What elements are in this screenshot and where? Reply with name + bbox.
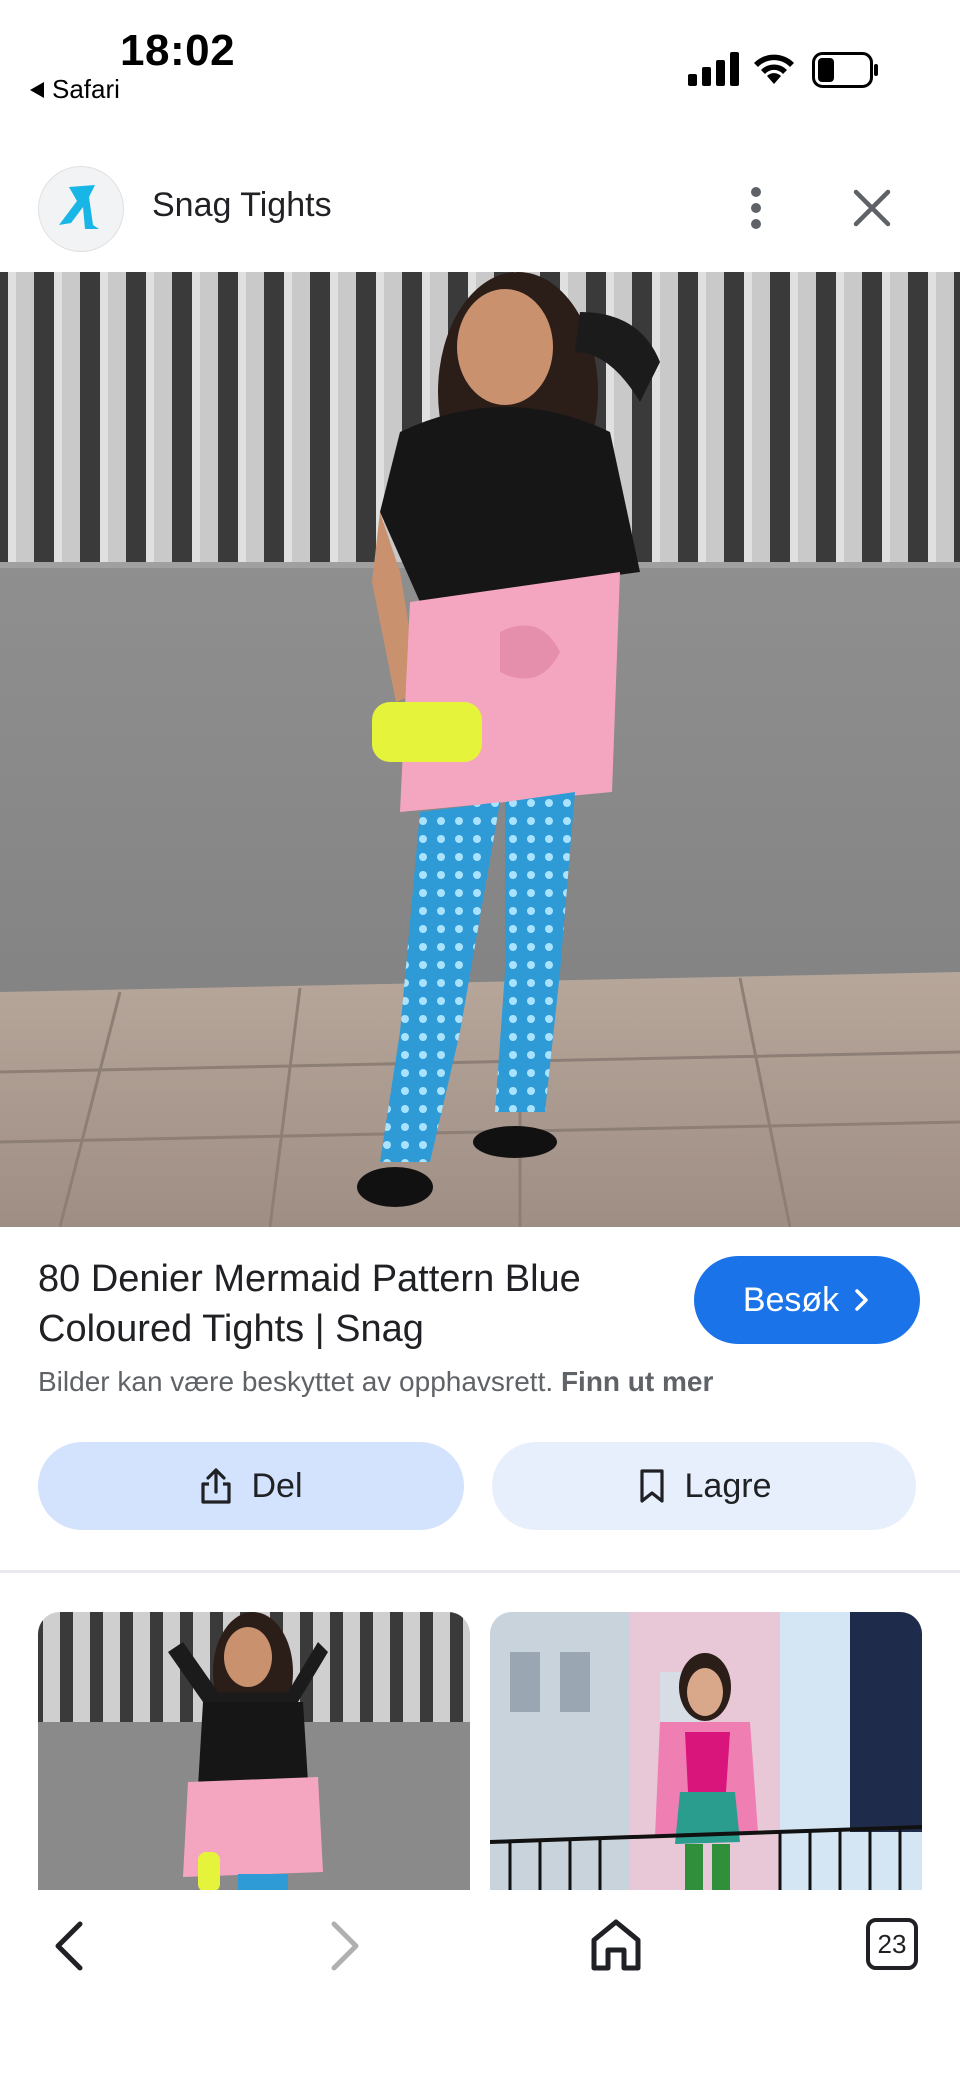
forward-icon[interactable] [318,1916,370,1976]
share-button[interactable]: Del [38,1442,464,1530]
bookmark-icon [639,1469,664,1503]
bottom-navigation [0,1890,960,2081]
battery-icon [812,52,878,88]
site-logo[interactable] [38,166,124,252]
related-image-1[interactable] [38,1612,470,1892]
tabs-count: 23 [877,1928,907,1959]
back-triangle-icon [30,81,44,98]
back-app-label: Safari [52,74,120,104]
back-to-safari-link[interactable]: Safari [30,74,120,105]
tabs-icon[interactable]: 23 [866,1918,918,1970]
related-photo-2 [490,1612,922,1892]
site-name: Snag Tights [152,186,332,224]
copyright-notice: Bilder kan være beskyttet av opphavsrett… [38,1366,713,1398]
copyright-text: Bilder kan være beskyttet av opphavsrett… [38,1366,554,1397]
learn-more-link[interactable]: Finn ut mer [561,1366,713,1397]
visit-button-label: Besøk [742,1280,840,1319]
back-icon[interactable] [44,1916,96,1976]
result-title[interactable]: 80 Denier Mermaid Pattern Blue Coloured … [38,1254,658,1354]
related-photo-1 [38,1612,470,1892]
more-vert-icon[interactable] [736,184,776,232]
wifi-icon [754,54,794,84]
visit-button[interactable]: Besøk [694,1256,920,1344]
chevron-right-icon [855,1289,868,1311]
close-icon[interactable] [848,184,896,232]
status-time: 18:02 [120,26,236,75]
snag-logo-icon [59,185,99,229]
home-icon[interactable] [588,1914,644,1974]
share-icon [201,1468,232,1504]
section-divider [0,1570,960,1573]
hero-image[interactable] [0,272,960,1227]
related-image-2[interactable] [490,1612,922,1892]
save-button[interactable]: Lagre [492,1442,916,1530]
hero-photo [0,272,960,1227]
save-button-label: Lagre [684,1466,772,1505]
share-button-label: Del [251,1466,303,1505]
signal-icon [688,52,739,86]
